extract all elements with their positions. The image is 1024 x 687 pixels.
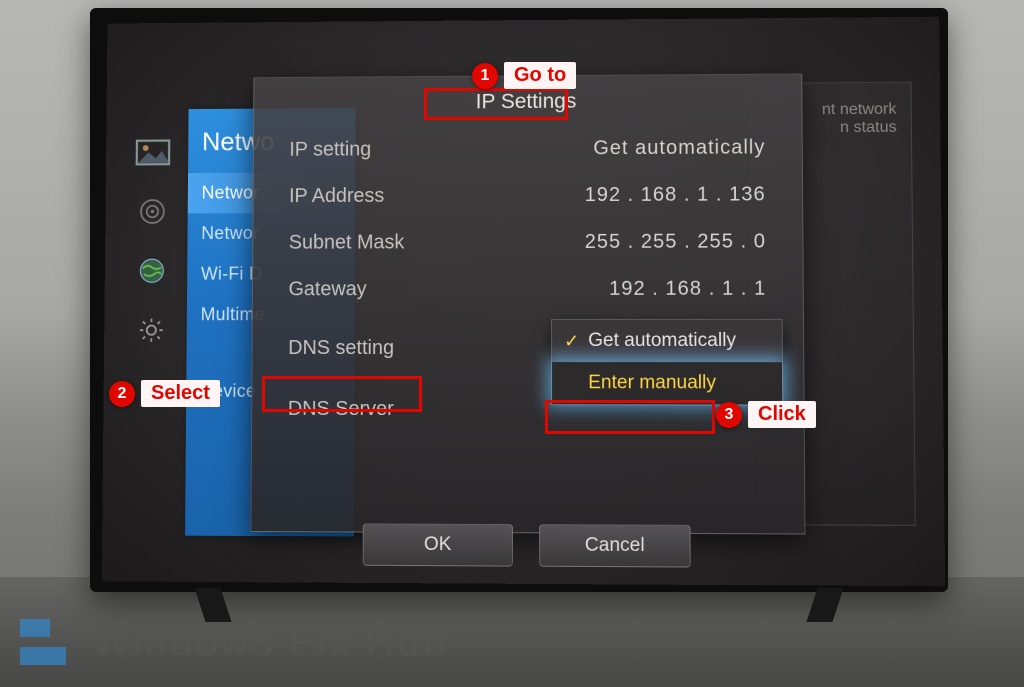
annotation-2: 2 Select	[109, 380, 220, 407]
dialog-buttons: OK Cancel	[251, 523, 805, 568]
value-gateway: 192 . 168 . 1 . 1	[609, 278, 766, 301]
sidebar-icon-rail: ?	[133, 139, 181, 404]
label-subnet-mask: Subnet Mask	[289, 231, 405, 254]
value-subnet-mask: 255 . 255 . 255 . 0	[585, 230, 766, 253]
label-dns-setting: DNS setting	[288, 337, 394, 360]
value-ip-address: 192 . 168 . 1 . 136	[585, 183, 766, 207]
annotation-3: 3 Click	[716, 401, 816, 428]
annotation-3-box	[545, 400, 715, 434]
annotation-1-box	[424, 88, 568, 120]
row-subnet-mask[interactable]: Subnet Mask 255 . 255 . 255 . 0	[253, 218, 802, 266]
annotation-1-badge: 1	[472, 63, 498, 89]
cancel-button[interactable]: Cancel	[539, 524, 691, 567]
annotation-2-box	[262, 376, 422, 412]
label-ip-address: IP Address	[289, 185, 384, 208]
picture-icon[interactable]	[135, 139, 170, 167]
watermark-logo-icon	[20, 615, 74, 669]
annotation-3-badge: 3	[716, 402, 742, 428]
row-ip-address[interactable]: IP Address 192 . 168 . 1 . 136	[253, 171, 802, 220]
option-get-automatically[interactable]: ✓ Get automatically	[552, 320, 782, 362]
label-ip-setting: IP setting	[289, 139, 371, 162]
row-gateway[interactable]: Gateway 192 . 168 . 1 . 1	[253, 265, 803, 313]
watermark-text: Windows Fix Hub	[92, 620, 448, 665]
ip-settings-dialog: IP Settings IP setting Get automatically…	[250, 73, 805, 534]
annotation-2-text: Select	[141, 380, 220, 407]
value-ip-setting: Get automatically	[593, 136, 765, 160]
annotation-3-text: Click	[748, 401, 816, 428]
check-icon: ✓	[564, 331, 579, 352]
watermark: Windows Fix Hub	[20, 615, 448, 669]
annotation-1: 1 Go to	[472, 62, 576, 89]
annotation-1-text: Go to	[504, 62, 576, 89]
globe-icon[interactable]	[134, 257, 170, 285]
option-manual-label: Enter manually	[588, 372, 716, 393]
ok-button[interactable]: OK	[363, 523, 513, 566]
dns-mode-dropdown: ✓ Get automatically Enter manually	[551, 319, 783, 406]
label-gateway: Gateway	[288, 278, 366, 301]
gear-icon[interactable]	[134, 316, 170, 344]
target-icon[interactable]	[135, 198, 170, 226]
option-enter-manually[interactable]: Enter manually	[552, 362, 782, 405]
annotation-2-badge: 2	[109, 381, 135, 407]
option-auto-label: Get automatically	[588, 330, 736, 351]
row-ip-setting[interactable]: IP setting Get automatically	[254, 124, 802, 173]
